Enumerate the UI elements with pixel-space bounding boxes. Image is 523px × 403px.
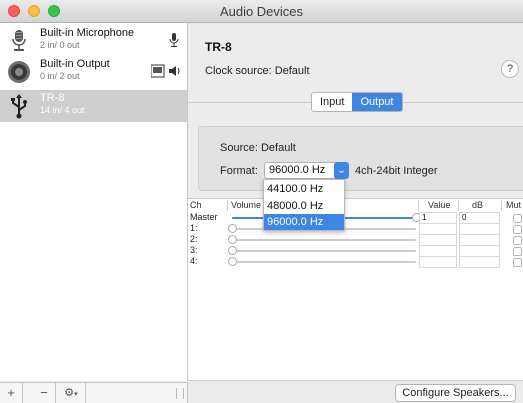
header-db: dB xyxy=(472,200,484,210)
header-separator xyxy=(418,200,419,211)
usb-device-icon xyxy=(11,94,27,119)
volume-slider-knob[interactable] xyxy=(228,224,237,233)
device-name: Built-in Output xyxy=(40,58,110,70)
microphone-device-icon xyxy=(12,30,26,51)
db-field[interactable] xyxy=(459,256,500,268)
gear-menu-button[interactable]: ⚙▾ xyxy=(57,383,86,403)
tab-input[interactable]: Input xyxy=(312,93,352,111)
channel-label: 4: xyxy=(190,256,198,266)
header-volume: Volume xyxy=(231,200,262,210)
input-output-tabs: Input Output xyxy=(311,92,403,112)
device-list-toolbar: + − ⚙▾ xyxy=(0,382,188,403)
volume-slider[interactable] xyxy=(228,257,416,266)
device-detail-pane: TR-8 Clock source: Default ? Input Outpu… xyxy=(188,23,523,403)
volume-slider-knob[interactable] xyxy=(228,246,237,255)
volume-slider[interactable] xyxy=(228,246,416,255)
device-name: TR-8 xyxy=(40,92,65,104)
input-microphone-icon xyxy=(169,33,179,47)
format-option-48000[interactable]: 48000.0 Hz xyxy=(264,198,344,214)
format-dropdown-menu: 44100.0 Hz 48000.0 Hz 96000.0 Hz xyxy=(263,179,345,231)
device-channels: 2 in/ 0 out xyxy=(40,40,80,50)
header-value: Value xyxy=(428,200,451,210)
speaker-device-icon xyxy=(8,61,30,83)
channel-label: 2: xyxy=(190,234,198,244)
mute-checkbox[interactable] xyxy=(513,236,522,245)
help-button[interactable]: ? xyxy=(501,60,519,78)
format-select-value: 96000.0 Hz xyxy=(269,164,326,176)
device-title: TR-8 xyxy=(205,40,232,54)
format-option-44100[interactable]: 44100.0 Hz xyxy=(264,181,344,197)
device-item-tr-8[interactable]: TR-8 14 in/ 4 out xyxy=(0,90,187,122)
mute-checkbox[interactable] xyxy=(513,214,522,223)
gear-icon: ⚙ xyxy=(64,387,75,399)
header-separator xyxy=(227,200,228,211)
header-mute: Mut xyxy=(506,200,522,210)
remove-device-button[interactable]: − xyxy=(33,383,56,403)
bottom-button-area: Configure Speakers... xyxy=(188,380,523,403)
channel-label: 1: xyxy=(190,223,198,233)
source-label: Source: Default xyxy=(220,142,296,154)
channel-label: Master xyxy=(190,212,218,222)
window-title: Audio Devices xyxy=(219,4,304,19)
device-list: Built-in Microphone 2 in/ 0 out Built-in… xyxy=(0,23,188,381)
value-field[interactable] xyxy=(419,256,457,268)
format-description: 4ch-24bit Integer xyxy=(355,165,438,177)
mute-checkbox[interactable] xyxy=(513,225,522,234)
header-ch: Ch xyxy=(190,200,202,210)
stream-format-box xyxy=(198,126,523,191)
header-separator xyxy=(501,200,502,211)
device-channels: 14 in/ 4 out xyxy=(40,105,85,115)
tab-output[interactable]: Output xyxy=(352,93,402,111)
mute-checkbox[interactable] xyxy=(513,247,522,256)
chevron-down-icon: ▾ xyxy=(74,391,78,398)
add-device-button[interactable]: + xyxy=(0,383,23,403)
chevron-down-icon[interactable]: ⌄ xyxy=(334,162,349,179)
title-bar: Audio Devices xyxy=(0,0,523,23)
resize-handle[interactable] xyxy=(176,388,184,399)
device-channels: 0 in/ 2 out xyxy=(40,71,80,81)
header-separator xyxy=(458,200,459,211)
format-option-96000[interactable]: 96000.0 Hz xyxy=(264,214,344,230)
device-name: Built-in Microphone xyxy=(40,27,135,39)
channel-label: 3: xyxy=(190,245,198,255)
volume-slider-knob[interactable] xyxy=(228,235,237,244)
volume-row: 4: xyxy=(188,256,523,268)
volume-slider-knob[interactable] xyxy=(228,257,237,266)
device-item-built-in-microphone[interactable]: Built-in Microphone 2 in/ 0 out xyxy=(0,25,187,55)
configure-speakers-button[interactable]: Configure Speakers... xyxy=(395,384,516,402)
volume-table: Ch Volume Value dB Mut Master 1 0 1: 2: 3: 4: xyxy=(188,198,523,403)
format-label: Format: xyxy=(220,165,258,177)
volume-slider[interactable] xyxy=(228,235,416,244)
mute-checkbox[interactable] xyxy=(513,258,522,267)
device-item-built-in-output[interactable]: Built-in Output 0 in/ 2 out xyxy=(0,56,187,86)
output-speaker-icons xyxy=(151,64,180,78)
clock-source: Clock source: Default xyxy=(205,65,310,77)
audio-devices-window: Audio Devices Built-in Microphone 2 in/ … xyxy=(0,0,523,403)
